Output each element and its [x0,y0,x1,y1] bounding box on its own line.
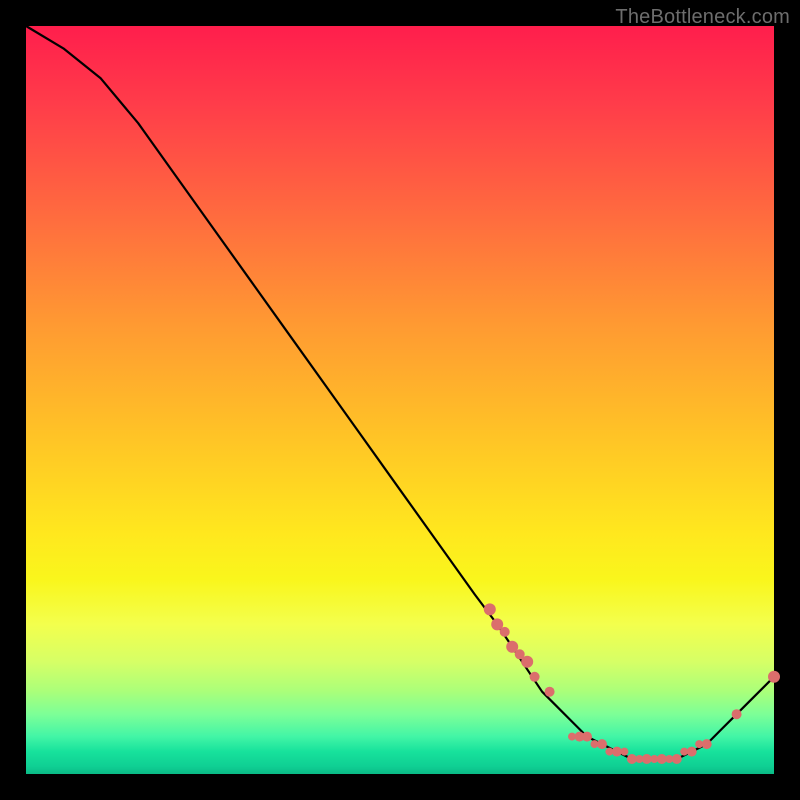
highlight-dot [484,603,496,615]
watermark-text: TheBottleneck.com [615,6,790,29]
highlight-dot [620,748,628,756]
highlight-dot [672,754,682,764]
bottleneck-curve [26,26,774,759]
highlight-dot [687,747,697,757]
chart-svg [26,26,774,774]
highlight-dot [530,672,540,682]
highlight-dot [545,687,555,697]
highlight-dot [597,739,607,749]
highlight-dot [768,671,780,683]
highlight-dot [521,656,533,668]
chart-stage: TheBottleneck.com [0,0,800,800]
highlight-dot [732,709,742,719]
highlight-dot [582,732,592,742]
highlight-dot [702,739,712,749]
highlight-dots-group [484,603,780,764]
highlight-dot [500,627,510,637]
